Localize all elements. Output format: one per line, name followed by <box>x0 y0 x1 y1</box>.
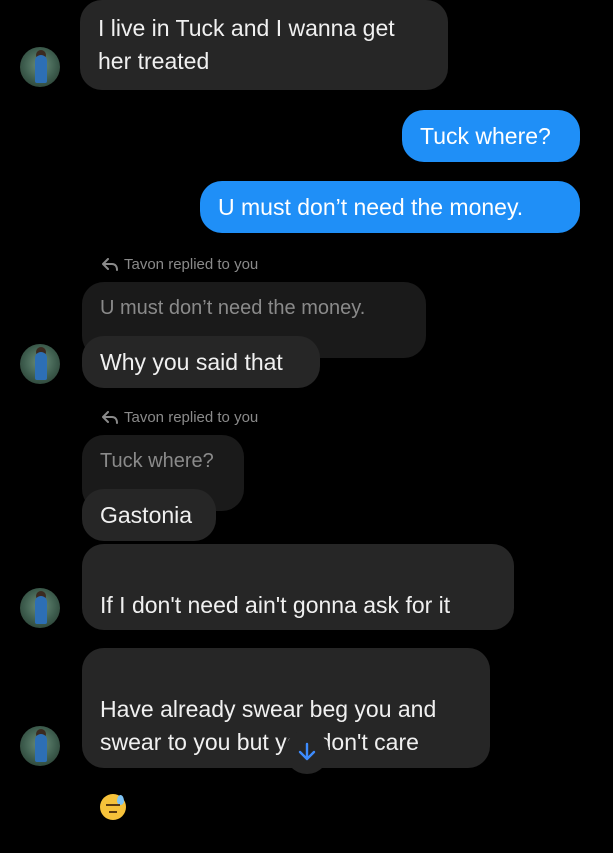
outgoing-message[interactable]: Tuck where? <box>402 110 580 162</box>
outgoing-message[interactable]: U must don’t need the money. <box>200 181 580 233</box>
reply-indicator-text: Tavon replied to you <box>124 409 259 426</box>
incoming-message[interactable]: If I don't need ain't gonna ask for it <box>82 544 514 683</box>
reply-arrow-icon <box>102 257 118 271</box>
reply-indicator: Tavon replied to you <box>102 409 258 426</box>
message-text: If I don't need ain't gonna ask for it <box>100 592 451 618</box>
reply-arrow-icon <box>102 410 118 424</box>
contact-avatar[interactable] <box>20 726 60 766</box>
incoming-message[interactable]: I live in Tuck and I wanna get her treat… <box>80 0 448 90</box>
sad-sweat-emoji <box>100 794 126 820</box>
avatar-figure-shape <box>35 352 47 380</box>
incoming-message[interactable]: Why you said that <box>82 336 320 388</box>
contact-avatar[interactable] <box>20 47 60 87</box>
reply-indicator-text: Tavon replied to you <box>124 256 259 273</box>
emoji-mouth-shape <box>109 811 117 813</box>
contact-avatar[interactable] <box>20 588 60 628</box>
scroll-to-bottom-button[interactable] <box>285 730 329 774</box>
reply-indicator: Tavon replied to you <box>102 256 258 273</box>
avatar-figure-shape <box>35 734 47 762</box>
message-thread[interactable]: I live in Tuck and I wanna get her treat… <box>0 0 613 820</box>
emoji-eyes-shape <box>106 804 120 808</box>
incoming-message[interactable]: Gastonia <box>82 489 216 541</box>
emoji-row <box>100 794 472 820</box>
avatar-figure-shape <box>35 596 47 624</box>
contact-avatar[interactable] <box>20 344 60 384</box>
avatar-figure-shape <box>35 55 47 83</box>
arrow-down-icon <box>298 742 316 761</box>
